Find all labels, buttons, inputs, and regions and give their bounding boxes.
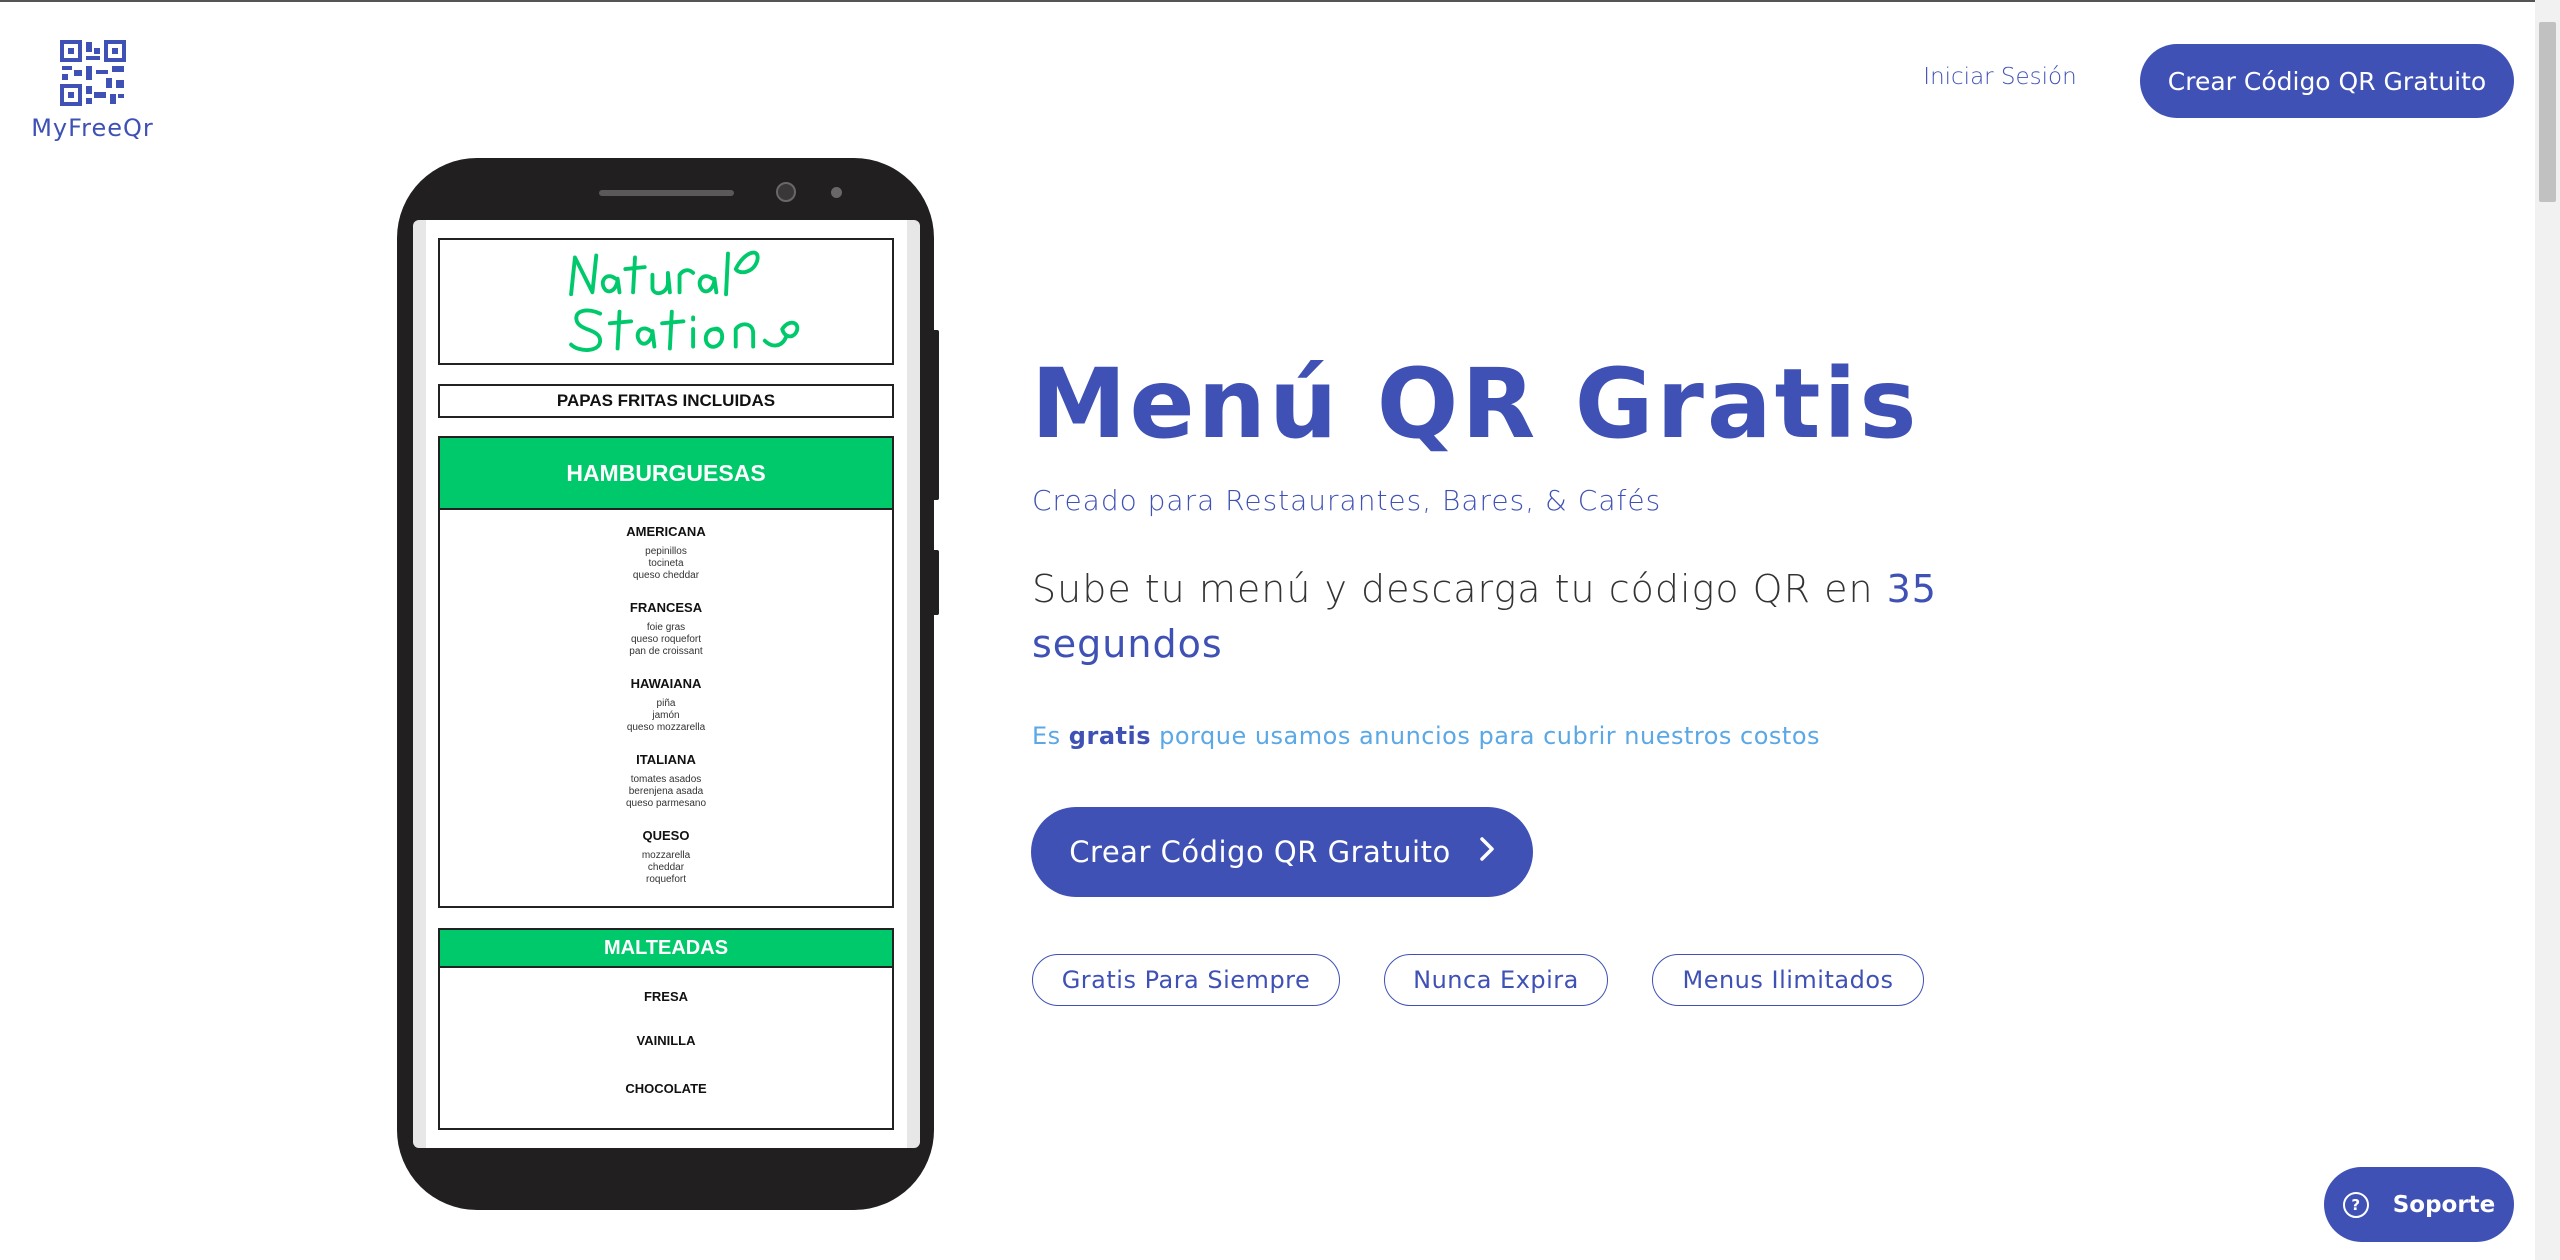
header-create-qr-button[interactable]: Crear Código QR Gratuito	[2140, 44, 2514, 118]
menu-item-name: VAINILLA	[636, 1033, 696, 1048]
menu-section-milkshakes: MALTEADAS FRESA VAINILLA CHOCOLATE	[438, 928, 894, 1130]
menu-item-name: FRANCESA	[629, 600, 703, 615]
hero-lead: Sube tu menú y descarga tu código QR en …	[1032, 562, 2012, 672]
menu-item-detail: jamón	[652, 710, 680, 721]
page-title: Menú QR Gratis	[1031, 348, 1920, 460]
menu-item-detail: queso parmesano	[625, 798, 707, 809]
menu-item-name: HAWAIANA	[630, 676, 702, 691]
menu-item-detail: cheddar	[647, 862, 685, 873]
menu-item-detail: piña	[656, 698, 676, 709]
header-create-qr-label: Crear Código QR Gratuito	[2167, 66, 2487, 96]
phone-sensor	[831, 187, 842, 198]
menu-item: QUESO mozzarella cheddar roquefort	[440, 828, 892, 904]
menu-item-detail: pan de croissant	[629, 646, 703, 657]
menu-item-detail: pepinillos	[645, 546, 687, 557]
login-link[interactable]: Iniciar Sesión	[1900, 64, 2100, 90]
ads-note-suffix: porque usamos anuncios para cubrir nuest…	[1151, 722, 1821, 750]
menu-section-title: HAMBURGUESAS	[440, 438, 892, 510]
ads-note-bold: gratis	[1068, 722, 1151, 750]
menu-item-detail: roquefort	[645, 874, 687, 885]
hero-lead-text: Sube tu menú y descarga tu código QR en	[1032, 567, 1887, 611]
menu-item: ITALIANA tomates asados berenjena asada …	[440, 752, 892, 828]
brand-name: MyFreeQr	[31, 114, 154, 142]
menu-item-detail: queso mozzarella	[626, 722, 706, 733]
restaurant-logo-box	[438, 238, 894, 365]
menu-item-name: FRESA	[643, 989, 689, 1004]
menu-item-detail: tomates asados	[630, 774, 702, 785]
feature-pill-unlimited-menus: Menus Ilimitados	[1652, 954, 1924, 1006]
create-qr-label: Crear Código QR Gratuito	[1069, 835, 1451, 869]
top-border	[0, 0, 2560, 2]
chevron-right-icon	[1479, 835, 1495, 869]
menu-item-name: QUESO	[642, 828, 690, 843]
create-qr-button[interactable]: Crear Código QR Gratuito	[1031, 807, 1533, 897]
menu-item-detail: foie gras	[646, 622, 686, 633]
menu-item-name: CHOCOLATE	[625, 1081, 707, 1096]
question-circle-icon: ?	[2342, 1191, 2369, 1218]
feature-pill-never-expires: Nunca Expira	[1384, 954, 1608, 1006]
page-subtitle: Creado para Restaurantes, Bares, & Cafés	[1032, 484, 1662, 517]
support-label: Soporte	[2392, 1191, 2496, 1218]
page-scrollbar[interactable]	[2535, 0, 2560, 1260]
feature-pill-free-forever: Gratis Para Siempre	[1032, 954, 1340, 1006]
phone-speaker	[599, 190, 734, 196]
menu-item-detail: mozzarella	[641, 850, 691, 861]
menu-item: FRANCESA foie gras queso roquefort pan d…	[440, 600, 892, 676]
qr-logo-icon	[59, 40, 126, 106]
fries-included-banner: PAPAS FRITAS INCLUIDAS	[438, 384, 894, 418]
menu-section-burgers: HAMBURGUESAS AMERICANA pepinillos tocine…	[438, 436, 894, 908]
ads-note-prefix: Es	[1032, 722, 1069, 750]
support-button[interactable]: ? Soporte	[2324, 1167, 2514, 1242]
natural-station-logo	[569, 250, 800, 352]
menu-item-detail: queso roquefort	[630, 634, 702, 645]
ads-note: Es gratis porque usamos anuncios para cu…	[1032, 722, 1820, 750]
site-logo[interactable]: MyFreeQr	[30, 40, 155, 142]
menu-item-detail: berenjena asada	[628, 786, 704, 797]
scrollbar-thumb[interactable]	[2539, 22, 2556, 202]
menu-item-name: AMERICANA	[626, 524, 706, 539]
menu-section-title: MALTEADAS	[440, 930, 892, 968]
menu-item: HAWAIANA piña jamón queso mozzarella	[440, 676, 892, 752]
menu-item-detail: tocineta	[648, 558, 684, 569]
menu-item-name: ITALIANA	[636, 752, 696, 767]
menu-item: AMERICANA pepinillos tocineta queso ched…	[440, 524, 892, 600]
menu-item-detail: queso cheddar	[632, 570, 700, 581]
phone-camera	[776, 182, 796, 202]
